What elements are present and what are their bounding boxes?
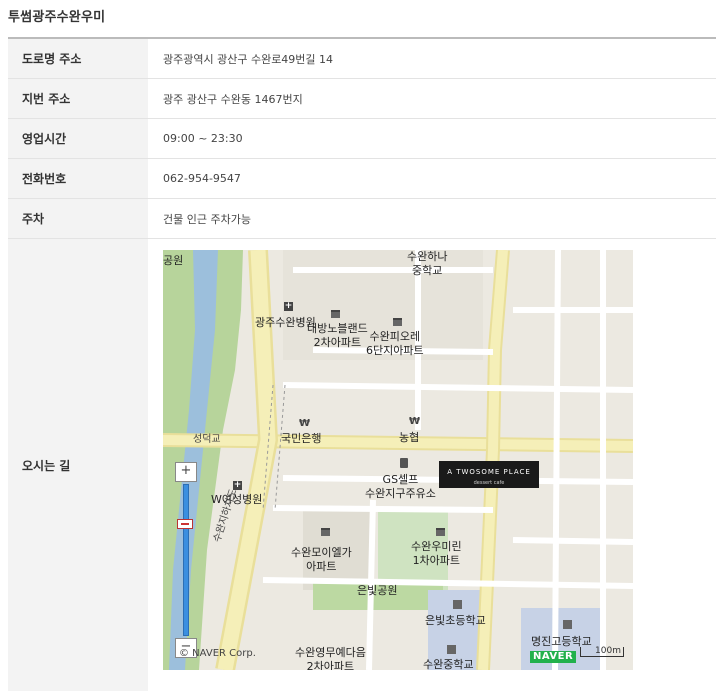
map-label-gas: GS셀프 수완지구주유소 — [365, 473, 436, 500]
building-icon — [331, 310, 340, 318]
hours-value: 09:00 ~ 23:30 — [163, 132, 243, 145]
bank-icon: ₩ — [299, 418, 311, 429]
map-label-apt5: 수완영무예다음 2차아파트 — [295, 646, 366, 670]
map-scale-bar: 100m — [580, 647, 624, 657]
zoom-slider-handle[interactable] — [177, 519, 193, 529]
map-label-school2: 은빛초등학교 — [425, 614, 486, 627]
row-phone: 전화번호 062-954-9547 — [8, 159, 716, 199]
map-label-park-top: 공원 — [163, 254, 184, 267]
map-label-bank2: 농협 — [399, 431, 420, 444]
lot-address-value: 광주 광산구 수완동 1467번지 — [163, 92, 303, 106]
store-marker[interactable]: A TWOSOME PLACE dessert cafe — [439, 461, 539, 488]
map-label-school4: 수완중학교 — [423, 658, 474, 670]
row-label: 도로명 주소 — [8, 39, 148, 78]
row-label: 오시는 길 — [8, 239, 148, 691]
map-label-apt3: 수완모이엘가 아파트 — [291, 546, 352, 573]
map-label-park: 은빛공원 — [357, 584, 398, 597]
map-label-bridge: 성덕교 — [193, 434, 221, 445]
bank-icon: ₩ — [409, 416, 421, 427]
road-address-value: 광주광역시 광산구 수완로49번길 14 — [163, 52, 334, 66]
row-label: 지번 주소 — [8, 79, 148, 118]
school-icon — [563, 620, 572, 629]
store-marker-sub: dessert cafe — [473, 480, 505, 486]
building-icon — [436, 528, 445, 536]
map-copyright: © NAVER Corp. — [179, 648, 256, 659]
map-label-school1: 수완하나 중학교 — [407, 250, 448, 277]
gas-station-icon — [400, 458, 408, 468]
row-hours: 영업시간 09:00 ~ 23:30 — [8, 119, 716, 159]
zoom-control: + − — [175, 462, 197, 658]
building-icon — [393, 318, 402, 326]
store-marker-name: A TWOSOME PLACE — [447, 468, 531, 476]
row-lot-address: 지번 주소 광주 광산구 수완동 1467번지 — [8, 79, 716, 119]
zoom-in-button[interactable]: + — [175, 462, 197, 482]
map-graphic — [163, 250, 633, 670]
map-label-apt1: 대방노블랜드 2차아파트 — [307, 322, 368, 349]
parking-value: 건물 인근 주차가능 — [163, 212, 251, 226]
hospital-icon: + — [284, 301, 293, 311]
zoom-slider-track[interactable] — [183, 484, 189, 636]
map-label-bank1: 국민은행 — [281, 432, 322, 445]
school-icon — [453, 600, 462, 609]
row-label: 주차 — [8, 199, 148, 238]
map-label-apt2: 수완피오레 6단지아파트 — [366, 330, 424, 357]
map-label-apt4: 수완우미린 1차아파트 — [411, 540, 462, 567]
row-label: 전화번호 — [8, 159, 148, 198]
naver-logo[interactable]: NAVER — [530, 651, 577, 663]
row-road-address: 도로명 주소 광주광역시 광산구 수완로49번길 14 — [8, 39, 716, 79]
building-icon — [321, 528, 330, 536]
school-icon — [447, 645, 456, 654]
row-parking: 주차 건물 인근 주차가능 — [8, 199, 716, 239]
page-title: 투썸광주수완우미 — [8, 10, 106, 25]
map-view[interactable]: + ₩ ₩ + 공원 수완하나 중학교 광주수완병원 대방노블랜드 2차아파트 … — [163, 250, 633, 670]
phone-value: 062-954-9547 — [163, 172, 241, 185]
row-label: 영업시간 — [8, 119, 148, 158]
